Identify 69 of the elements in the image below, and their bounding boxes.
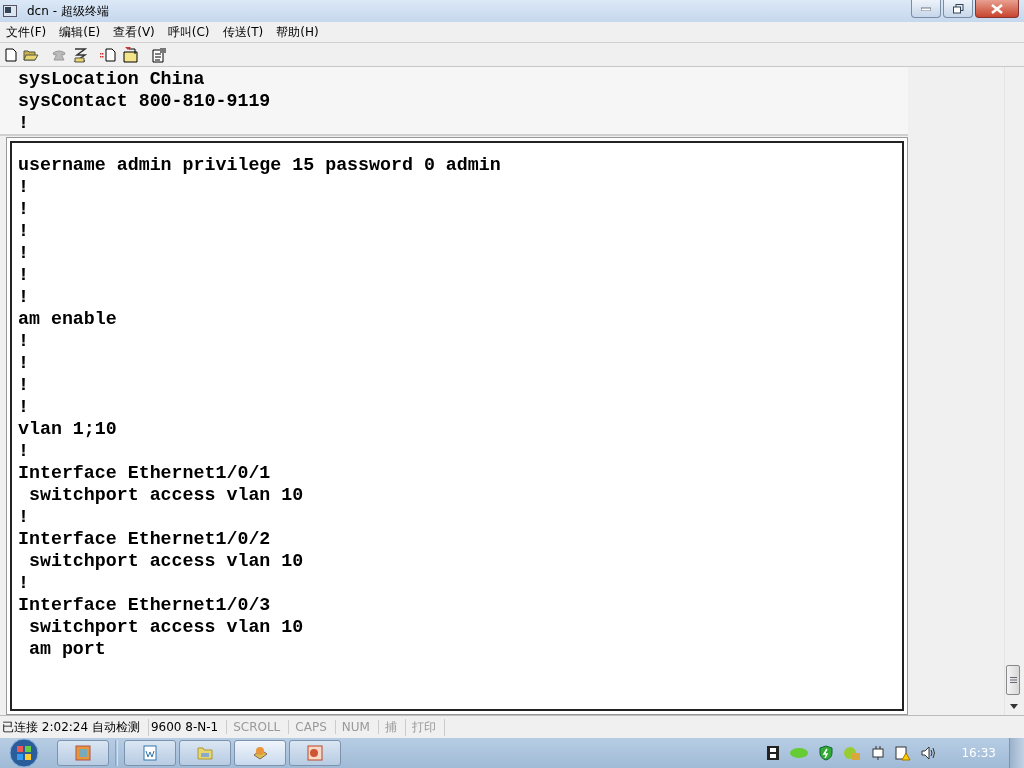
speaker-icon[interactable] — [921, 746, 938, 760]
terminal-line: ! — [18, 112, 30, 134]
config-line: ! — [18, 198, 30, 220]
config-line: switchport access vlan 10 — [27, 484, 305, 506]
open-folder-icon[interactable] — [23, 48, 39, 61]
document-icon — [142, 745, 158, 761]
restore-icon — [952, 3, 964, 14]
close-icon — [991, 3, 1003, 14]
config-line: am enable — [18, 308, 118, 330]
status-field: CAPS — [289, 720, 336, 734]
menu-item[interactable]: 呼叫(C) — [167, 23, 210, 41]
config-line: switchport access vlan 10 — [27, 616, 305, 638]
scroll-thumb[interactable] — [1006, 665, 1020, 695]
taskbar-button[interactable] — [124, 740, 176, 766]
config-line: am port — [27, 638, 107, 660]
receive-file-icon[interactable] — [123, 46, 139, 63]
terminal-line: sysLocation China — [18, 68, 206, 90]
config-line: switchport access vlan 10 — [27, 550, 305, 572]
menu-item[interactable]: 查看(V) — [113, 23, 155, 41]
config-line: ! — [18, 352, 30, 374]
scroll-down-arrow-icon[interactable] — [1010, 704, 1018, 709]
config-line: Interface Ethernet1/0/1 — [18, 462, 272, 484]
terminal-line: sysContact 800-810-9119 — [18, 90, 272, 112]
menu-item[interactable]: 帮助(H) — [276, 23, 319, 41]
folder-icon — [197, 745, 213, 761]
presentation-icon — [307, 745, 323, 761]
network-warning-icon[interactable] — [895, 745, 912, 761]
menu-item[interactable]: 传送(T) — [222, 23, 264, 41]
config-line: ! — [18, 506, 30, 528]
config-line: ! — [18, 440, 30, 462]
config-line: ! — [18, 396, 30, 418]
config-line: username admin privilege 15 password 0 admin — [18, 154, 502, 176]
new-file-icon[interactable] — [5, 47, 17, 62]
config-line: Interface Ethernet1/0/2 — [18, 528, 272, 550]
config-line: vlan 1;10 — [18, 418, 118, 440]
restore-button[interactable] — [943, 0, 973, 18]
status-field: 已连接 2:02:24 自动检测 — [0, 718, 149, 736]
menu-item[interactable]: 文件(F) — [6, 23, 47, 41]
properties-icon[interactable] — [151, 46, 167, 63]
config-line: ! — [18, 176, 30, 198]
taskbar-button[interactable] — [57, 740, 109, 766]
window-icon — [75, 745, 91, 761]
shield-icon[interactable] — [819, 745, 834, 761]
plug-icon[interactable] — [871, 745, 886, 761]
config-line: ! — [18, 220, 30, 242]
config-line: ! — [18, 286, 30, 308]
status-field: 9600 8-N-1 — [148, 720, 228, 734]
window-title: dcn - 超级终端 — [27, 2, 109, 20]
status-field: 捕 — [378, 718, 406, 736]
film-icon[interactable] — [767, 746, 780, 760]
status-field: NUM — [335, 720, 379, 734]
config-line: ! — [18, 330, 30, 352]
config-line: ! — [18, 264, 30, 286]
status-field: SCROLL — [227, 720, 290, 734]
scrollbar[interactable] — [1004, 67, 1022, 715]
taskbar-button[interactable] — [289, 740, 341, 766]
close-button[interactable] — [975, 0, 1019, 18]
minimize-icon — [921, 6, 931, 11]
terminal-icon — [3, 5, 17, 17]
taskbar-button[interactable] — [234, 740, 286, 766]
config-line: Interface Ethernet1/0/3 — [18, 594, 272, 616]
config-line: ! — [18, 374, 30, 396]
taskbar-button[interactable] — [179, 740, 231, 766]
start-button[interactable] — [6, 738, 42, 768]
status-field: 打印 — [405, 718, 445, 736]
config-line: ! — [18, 572, 30, 594]
menu-item[interactable]: 编辑(E) — [59, 23, 101, 41]
config-line: ! — [18, 242, 30, 264]
send-file-icon[interactable] — [99, 47, 117, 62]
